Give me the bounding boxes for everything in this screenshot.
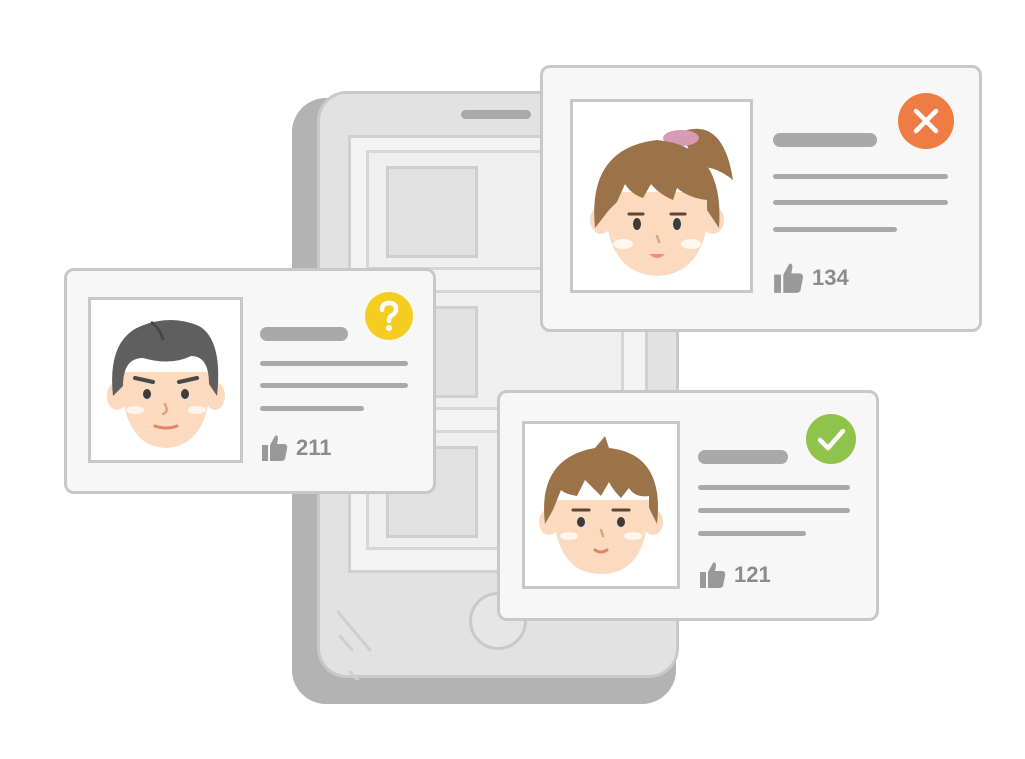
thumbs-up-icon xyxy=(774,263,803,293)
likes-counter-man: 211 xyxy=(262,434,332,462)
screen-thumbnail xyxy=(386,166,478,258)
illustration: 211 134 121 xyxy=(0,0,1025,759)
card-text-line xyxy=(698,531,806,536)
check-icon xyxy=(817,428,846,451)
card-text-line xyxy=(260,383,408,388)
likes-counter-boy: 121 xyxy=(700,561,771,589)
girl-face-avatar xyxy=(590,128,733,276)
card-text-line xyxy=(773,174,948,179)
profile-photo-boy xyxy=(522,421,680,589)
status-badge-unknown[interactable] xyxy=(365,292,413,340)
status-badge-rejected[interactable] xyxy=(898,93,954,149)
thumbs-up-icon xyxy=(262,435,288,461)
card-name-placeholder xyxy=(698,450,788,464)
phone-speaker xyxy=(461,110,531,119)
likes-count: 121 xyxy=(734,562,771,587)
card-text-line xyxy=(773,227,897,232)
status-badge-approved[interactable] xyxy=(806,414,856,464)
likes-count: 134 xyxy=(812,265,849,290)
thumbs-up-icon xyxy=(700,562,726,588)
likes-count: 211 xyxy=(296,435,332,460)
card-name-placeholder xyxy=(260,327,348,341)
card-name-placeholder xyxy=(773,133,877,147)
screen-glare xyxy=(336,610,372,680)
card-text-line xyxy=(260,361,408,366)
likes-counter-girl: 134 xyxy=(774,262,849,294)
card-text-line xyxy=(260,406,364,411)
profile-photo-girl xyxy=(570,99,753,293)
card-text-line xyxy=(698,508,850,513)
card-text-line xyxy=(773,200,948,205)
close-icon xyxy=(913,108,939,134)
card-text-line xyxy=(698,485,850,490)
man-face-avatar xyxy=(107,320,225,448)
profile-photo-man xyxy=(88,297,243,463)
question-icon xyxy=(379,300,399,331)
boy-face-avatar xyxy=(539,436,663,574)
